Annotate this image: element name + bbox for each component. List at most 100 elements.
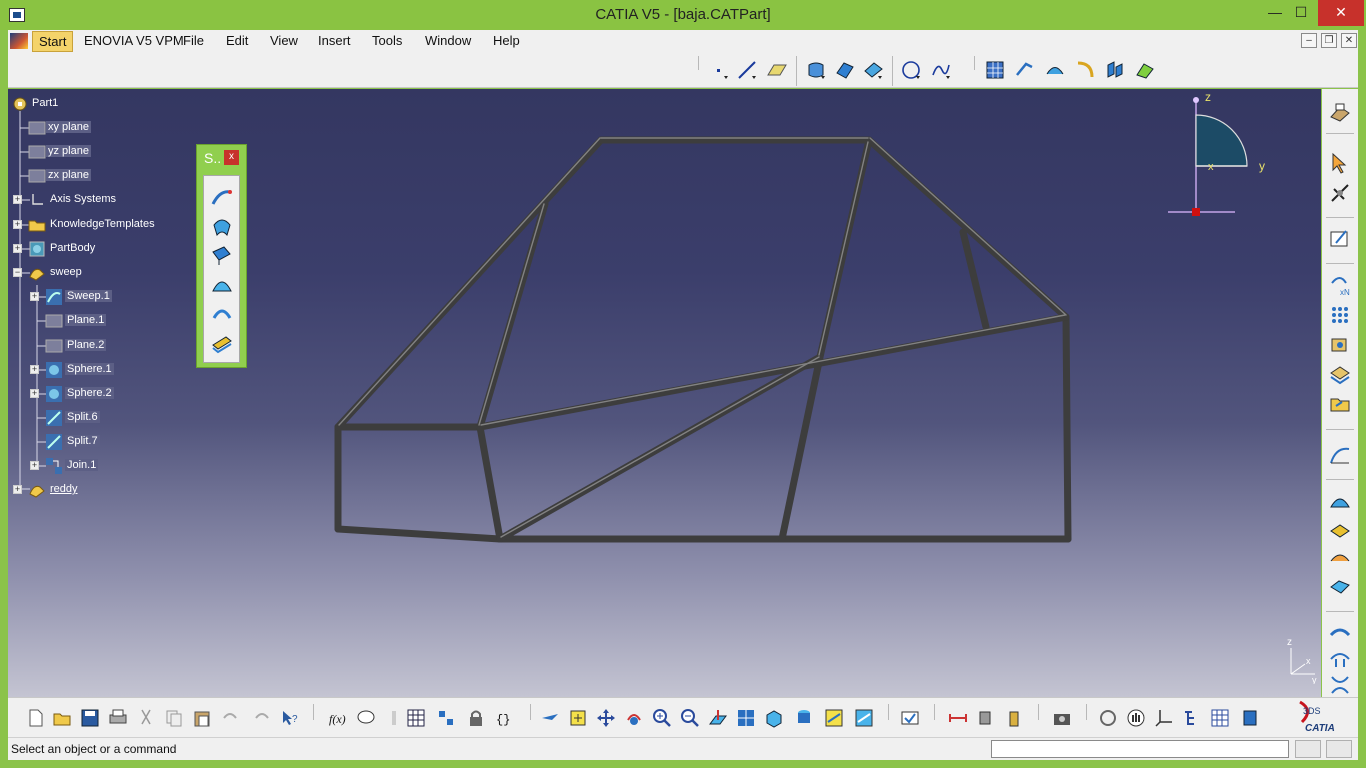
undo-icon[interactable] [220,708,240,728]
menu-view[interactable]: View [270,33,298,48]
menu-file[interactable]: File [183,33,204,48]
menu-help[interactable]: Help [493,33,520,48]
paste-icon[interactable] [192,708,212,728]
hide-show-icon[interactable] [824,708,844,728]
extrapolate-surface-icon[interactable] [1328,673,1352,697]
normal-view-icon[interactable] [708,708,728,728]
multi-view-icon[interactable] [736,708,756,728]
blend-surface-icon[interactable] [1328,491,1352,515]
isometric-view-icon[interactable] [764,708,784,728]
catia-menu-icon[interactable] [10,33,28,49]
sweeps-toolbar[interactable]: S.. x [196,144,247,368]
whats-this-icon[interactable]: ? [280,708,300,728]
expand-partbody[interactable]: + [13,244,22,253]
axis-icon[interactable] [1154,708,1174,728]
design-table-icon[interactable] [406,708,426,728]
menu-window[interactable]: Window [425,33,471,48]
expand-knowledge-templates[interactable]: + [13,220,22,229]
cut-icon[interactable] [136,708,156,728]
line-icon[interactable] [736,59,758,81]
mdi-minimize-button[interactable]: – [1301,33,1317,48]
spline-icon[interactable] [930,59,952,81]
expand-sphere1[interactable]: + [30,365,39,374]
zoom-in-icon[interactable] [652,708,672,728]
shading-icon[interactable] [794,708,814,728]
geometrical-set-icon[interactable] [1328,391,1352,415]
capture-camera-icon[interactable] [1052,708,1072,728]
new-file-icon[interactable] [26,708,46,728]
expand-reddy[interactable]: + [13,485,22,494]
menu-start[interactable]: Start [32,31,74,52]
law-curve-icon[interactable] [1328,443,1352,467]
menu-tools[interactable]: Tools [372,33,402,48]
compass[interactable]: z x y [1158,89,1278,219]
extrude-surface-icon[interactable] [210,244,234,268]
repetition-icon[interactable]: xN [1328,273,1352,297]
3d-viewport[interactable]: Part1 xy plane yz plane zx plane + Axis … [8,89,1321,697]
pattern-icon[interactable] [1328,303,1352,327]
swap-visible-space-icon[interactable] [854,708,874,728]
pan-icon[interactable] [596,708,616,728]
update-icon[interactable] [900,708,920,728]
fillet-icon[interactable] [1074,59,1096,81]
menu-insert[interactable]: Insert [318,33,351,48]
boundary-icon[interactable] [1044,59,1066,81]
fill-icon[interactable] [862,59,884,81]
blend-icon[interactable] [210,302,234,326]
extract-icon[interactable] [1328,575,1352,599]
layers-icon[interactable] [1240,708,1260,728]
open-folder-icon[interactable] [52,708,72,728]
rotate-view-icon[interactable] [1098,708,1118,728]
thick-surface-icon[interactable] [210,331,234,355]
redo-icon[interactable] [252,708,272,728]
mdi-restore-button[interactable]: ❐ [1321,33,1337,48]
fit-all-icon[interactable] [568,708,588,728]
sketch-icon[interactable] [1328,227,1352,251]
translate-icon[interactable] [1104,59,1126,81]
copy-icon[interactable] [164,708,184,728]
workbench-icon[interactable] [1328,101,1352,125]
measure-item-icon[interactable] [976,708,996,728]
lock-icon[interactable] [466,708,486,728]
split-trim-icon[interactable] [1328,547,1352,571]
point-icon[interactable] [708,59,730,81]
measure-inertia-icon[interactable] [1004,708,1024,728]
expand-axis-systems[interactable]: + [13,195,22,204]
body-operations-icon[interactable] [1328,333,1352,357]
extrapolate-icon[interactable] [1014,59,1036,81]
close-button[interactable]: ✕ [1318,0,1364,26]
offset-surface-icon[interactable] [834,59,856,81]
transformation-icon[interactable] [1328,647,1352,671]
collapse-sweep[interactable]: − [13,268,22,277]
hand-manipulate-icon[interactable] [1126,708,1146,728]
comment-icon[interactable] [356,708,376,728]
insert-body-icon[interactable] [1328,361,1352,385]
menu-edit[interactable]: Edit [226,33,248,48]
power-input-option-button[interactable] [1295,740,1321,758]
grid-icon[interactable] [984,59,1006,81]
grid-snap-icon[interactable] [1210,708,1230,728]
knowledge-icon[interactable] [384,708,404,728]
zoom-out-icon[interactable] [680,708,700,728]
rotate-icon[interactable] [624,708,644,728]
menu-enovia[interactable]: ENOVIA V5 VPM [84,33,184,48]
revolve-icon[interactable] [210,215,234,239]
shape-fillet-icon[interactable] [1328,621,1352,645]
maximize-button[interactable]: ☐ [1284,0,1318,26]
save-icon[interactable] [80,708,100,728]
expand-sweep1[interactable]: + [30,292,39,301]
sweeps-toolbar-close-button[interactable]: x [224,150,239,165]
compass-manipulation-icon[interactable] [1328,181,1352,205]
measure-between-icon[interactable] [948,708,968,728]
catalog-icon[interactable] [436,708,456,728]
circle-icon[interactable] [900,59,922,81]
power-input-stop-button[interactable] [1326,740,1352,758]
formula-icon[interactable]: f(x) [328,708,348,728]
extrude-icon[interactable] [805,59,827,81]
expand-sphere2[interactable]: + [30,389,39,398]
join-surfaces-icon[interactable] [1328,519,1352,543]
tree-view-icon[interactable] [1182,708,1202,728]
expand-join1[interactable]: + [30,461,39,470]
print-icon[interactable] [108,708,128,728]
law-icon[interactable] [1134,59,1156,81]
